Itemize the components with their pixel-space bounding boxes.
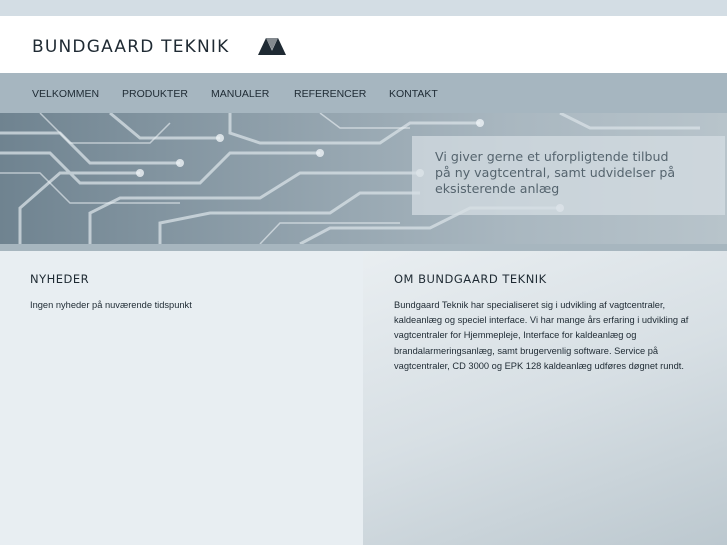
hero-banner: Vi giver gerne et uforpligtende tilbud p…	[0, 113, 727, 244]
news-heading: NYHEDER	[30, 272, 90, 286]
about-heading: OM BUNDGAARD TEKNIK	[394, 272, 547, 286]
about-text: Bundgaard Teknik har specialiseret sig i…	[394, 300, 689, 371]
nav-item-manualer[interactable]: MANUALER	[211, 88, 269, 100]
nav-item-produkter[interactable]: PRODUKTER	[122, 88, 188, 100]
logo-text[interactable]: BUNDGAARD TEKNIK	[32, 37, 229, 57]
site-header: BUNDGAARD TEKNIK	[0, 16, 727, 73]
about-section: OM BUNDGAARD TEKNIK Bundgaard Teknik har…	[363, 251, 727, 545]
nav-item-referencer[interactable]: REFERENCER	[294, 88, 366, 100]
nav-item-kontakt[interactable]: KONTAKT	[389, 88, 438, 100]
news-text: Ingen nyheder på nuværende tidspunkt	[30, 300, 192, 310]
nav-item-velkommen[interactable]: VELKOMMEN	[32, 88, 99, 100]
top-strip	[0, 0, 727, 16]
main-nav: VELKOMMEN PRODUKTER MANUALER REFERENCER …	[0, 73, 727, 113]
logo-icon[interactable]	[258, 38, 286, 55]
banner-tagline: Vi giver gerne et uforpligtende tilbud p…	[412, 136, 725, 215]
news-section: NYHEDER Ingen nyheder på nuværende tidsp…	[0, 251, 363, 545]
section-divider	[0, 244, 727, 251]
